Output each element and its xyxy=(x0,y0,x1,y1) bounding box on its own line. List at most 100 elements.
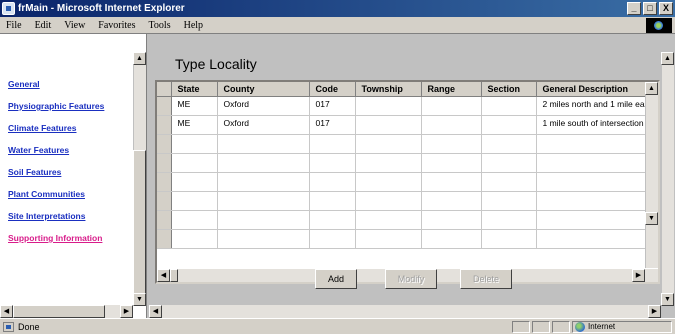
cell-state[interactable] xyxy=(171,210,218,230)
scroll-right-arrow-icon[interactable]: ▶ xyxy=(632,269,645,282)
cell-general-description[interactable] xyxy=(536,229,658,249)
sidebar-item-physiographic-features[interactable]: Physiographic Features xyxy=(8,101,104,111)
left-vertical-scrollbar[interactable]: ▲ ▼ xyxy=(133,52,146,306)
cell-general-description[interactable]: 2 miles north and 1 mile eas xyxy=(536,96,658,116)
cell-general-description[interactable] xyxy=(536,191,658,211)
scroll-right-arrow-icon[interactable]: ▶ xyxy=(120,305,133,318)
cell-code[interactable] xyxy=(309,134,356,154)
grid-vertical-scrollbar[interactable]: ▲ ▼ xyxy=(645,82,658,268)
cell-general-description[interactable] xyxy=(536,134,658,154)
cell-section[interactable] xyxy=(481,191,537,211)
row-selector[interactable] xyxy=(157,210,172,230)
menu-file[interactable]: File xyxy=(6,20,22,31)
cell-range[interactable] xyxy=(421,134,482,154)
scroll-thumb[interactable] xyxy=(170,269,178,282)
sidebar-item-general[interactable]: General xyxy=(8,79,104,89)
cell-code[interactable]: 017 xyxy=(309,96,356,116)
maximize-button[interactable]: □ xyxy=(643,2,657,15)
type-locality-grid[interactable]: State County Code Township Range Section… xyxy=(155,80,660,284)
cell-township[interactable] xyxy=(355,96,422,116)
cell-township[interactable] xyxy=(355,229,422,249)
cell-state[interactable] xyxy=(171,153,218,173)
scroll-left-arrow-icon[interactable]: ◀ xyxy=(157,269,170,282)
cell-township[interactable] xyxy=(355,210,422,230)
sidebar-item-supporting-information[interactable]: Supporting Information xyxy=(8,233,104,243)
menu-help[interactable]: Help xyxy=(184,20,203,31)
cell-state[interactable]: ME xyxy=(171,115,218,135)
cell-general-description[interactable]: 1 mile south of intersection xyxy=(536,115,658,135)
table-row[interactable] xyxy=(157,134,658,154)
row-selector[interactable] xyxy=(157,172,172,192)
cell-township[interactable] xyxy=(355,153,422,173)
column-header-township[interactable]: Township xyxy=(355,82,422,97)
scroll-thumb[interactable] xyxy=(133,150,146,300)
menu-tools[interactable]: Tools xyxy=(149,20,171,31)
cell-section[interactable] xyxy=(481,229,537,249)
cell-section[interactable] xyxy=(481,153,537,173)
cell-range[interactable] xyxy=(421,229,482,249)
cell-state[interactable] xyxy=(171,134,218,154)
cell-township[interactable] xyxy=(355,191,422,211)
cell-code[interactable] xyxy=(309,172,356,192)
cell-code[interactable]: 017 xyxy=(309,115,356,135)
close-button[interactable]: X xyxy=(659,2,673,15)
row-selector[interactable] xyxy=(157,96,172,116)
content-vertical-scrollbar[interactable]: ▲ ▼ xyxy=(661,52,674,306)
sidebar-item-site-interpretations[interactable]: Site Interpretations xyxy=(8,211,104,221)
scroll-down-arrow-icon[interactable]: ▼ xyxy=(133,293,146,306)
cell-county[interactable] xyxy=(217,191,310,211)
modify-button[interactable]: Modify xyxy=(385,269,437,289)
cell-state[interactable] xyxy=(171,191,218,211)
menu-favorites[interactable]: Favorites xyxy=(98,20,135,31)
scroll-left-arrow-icon[interactable]: ◀ xyxy=(149,305,162,318)
cell-state[interactable]: ME xyxy=(171,96,218,116)
menu-view[interactable]: View xyxy=(64,20,85,31)
table-row[interactable] xyxy=(157,210,658,230)
cell-township[interactable] xyxy=(355,172,422,192)
scroll-down-arrow-icon[interactable]: ▼ xyxy=(645,212,658,225)
cell-range[interactable] xyxy=(421,210,482,230)
column-header-state[interactable]: State xyxy=(171,82,218,97)
scroll-up-arrow-icon[interactable]: ▲ xyxy=(645,82,658,95)
cell-general-description[interactable] xyxy=(536,172,658,192)
cell-county[interactable] xyxy=(217,229,310,249)
cell-section[interactable] xyxy=(481,96,537,116)
cell-county[interactable]: Oxford xyxy=(217,96,310,116)
cell-general-description[interactable] xyxy=(536,210,658,230)
table-row[interactable] xyxy=(157,229,658,249)
cell-county[interactable]: Oxford xyxy=(217,115,310,135)
cell-section[interactable] xyxy=(481,210,537,230)
scroll-thumb[interactable] xyxy=(13,305,105,318)
row-selector[interactable] xyxy=(157,115,172,135)
cell-county[interactable] xyxy=(217,172,310,192)
cell-range[interactable] xyxy=(421,96,482,116)
sidebar-item-water-features[interactable]: Water Features xyxy=(8,145,104,155)
add-button[interactable]: Add xyxy=(315,269,357,289)
menu-edit[interactable]: Edit xyxy=(35,20,52,31)
scroll-right-arrow-icon[interactable]: ▶ xyxy=(648,305,661,318)
scroll-left-arrow-icon[interactable]: ◀ xyxy=(0,305,13,318)
table-row[interactable] xyxy=(157,153,658,173)
row-selector[interactable] xyxy=(157,191,172,211)
cell-township[interactable] xyxy=(355,134,422,154)
cell-state[interactable] xyxy=(171,229,218,249)
window-titlebar[interactable]: frMain - Microsoft Internet Explorer _ □… xyxy=(0,0,675,17)
cell-township[interactable] xyxy=(355,115,422,135)
cell-range[interactable] xyxy=(421,191,482,211)
row-selector[interactable] xyxy=(157,153,172,173)
table-row[interactable]: ME Oxford 017 2 miles north and 1 mile e… xyxy=(157,96,658,116)
scroll-down-arrow-icon[interactable]: ▼ xyxy=(661,293,674,306)
cell-county[interactable] xyxy=(217,134,310,154)
content-horizontal-scrollbar[interactable]: ◀ ▶ xyxy=(149,305,661,318)
cell-code[interactable] xyxy=(309,191,356,211)
column-header-county[interactable]: County xyxy=(217,82,310,97)
sidebar-item-climate-features[interactable]: Climate Features xyxy=(8,123,104,133)
cell-code[interactable] xyxy=(309,210,356,230)
column-header-range[interactable]: Range xyxy=(421,82,482,97)
cell-general-description[interactable] xyxy=(536,153,658,173)
left-horizontal-scrollbar[interactable]: ◀ ▶ xyxy=(0,305,133,318)
row-selector[interactable] xyxy=(157,229,172,249)
cell-range[interactable] xyxy=(421,115,482,135)
table-row[interactable] xyxy=(157,191,658,211)
table-row[interactable]: ME Oxford 017 1 mile south of intersecti… xyxy=(157,115,658,135)
